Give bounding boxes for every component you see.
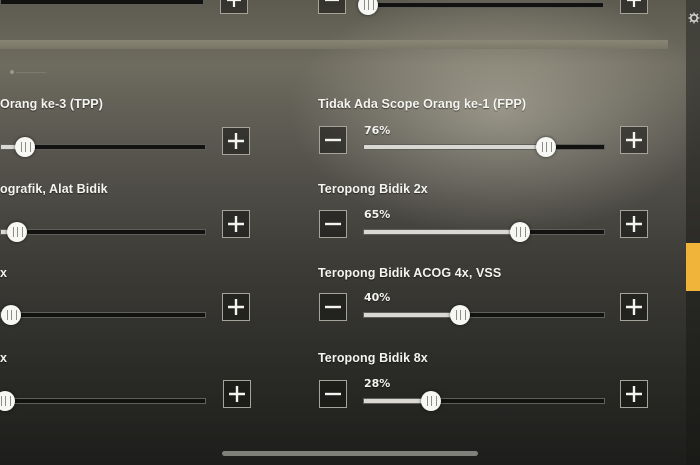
slider-thumb[interactable] <box>536 137 557 157</box>
slider-track[interactable] <box>0 222 206 242</box>
left-slider-row-2: ografik, Alat Bidik <box>0 182 260 242</box>
slider-thumb[interactable] <box>0 391 16 411</box>
slider-thumb[interactable] <box>510 222 530 242</box>
slider-label: x <box>0 266 8 280</box>
slider-thumb[interactable] <box>7 222 28 242</box>
slider-label: Teropong Bidik 8x <box>318 351 428 365</box>
slider-track[interactable] <box>363 305 605 325</box>
slider-fill <box>364 230 520 234</box>
decrease-button[interactable] <box>319 126 347 154</box>
slider-track[interactable] <box>0 137 206 157</box>
slider-percent: 40% <box>364 291 391 304</box>
top-right-minus-button[interactable] <box>318 0 346 14</box>
slider-label: ografik, Alat Bidik <box>0 182 108 196</box>
increase-button[interactable] <box>223 380 251 408</box>
left-slider-row-3: x <box>0 266 260 326</box>
slider-label: Teropong Bidik ACOG 4x, VSS <box>318 266 502 280</box>
slider-track[interactable] <box>363 222 605 242</box>
slider-fill <box>364 313 460 317</box>
decrease-button[interactable] <box>319 380 347 408</box>
right-slider-row-2: Teropong Bidik 2x 65% <box>318 182 658 242</box>
slider-fill <box>364 145 547 149</box>
left-slider-row-1: Orang ke-3 (TPP) <box>0 97 260 157</box>
slider-percent: 76% <box>364 124 391 137</box>
section-header-bar <box>0 40 668 49</box>
slider-label: Tidak Ada Scope Orang ke-1 (FPP) <box>318 97 527 111</box>
section-divider <box>10 70 50 74</box>
right-slider-row-4: Teropong Bidik 8x 28% <box>318 351 658 411</box>
slider-label: Orang ke-3 (TPP) <box>0 97 104 111</box>
top-left-slider-track[interactable] <box>0 0 204 5</box>
decrease-button[interactable] <box>319 210 347 238</box>
increase-button[interactable] <box>222 127 250 155</box>
increase-button[interactable] <box>222 293 250 321</box>
sensitivity-settings-screen: Orang ke-3 (TPP) ografik, Alat Bidik x x <box>0 0 700 465</box>
slider-thumb[interactable] <box>450 305 470 325</box>
increase-button[interactable] <box>620 293 648 321</box>
top-right-slider-thumb[interactable] <box>358 0 378 15</box>
right-slider-row-1: Tidak Ada Scope Orang ke-1 (FPP) 76% <box>318 97 658 157</box>
slider-track[interactable] <box>0 305 206 325</box>
home-indicator-bar[interactable] <box>222 451 478 456</box>
gear-icon[interactable] <box>688 12 700 24</box>
increase-button[interactable] <box>620 126 648 154</box>
left-slider-row-4: x <box>0 351 260 411</box>
slider-track[interactable] <box>363 391 605 411</box>
slider-percent: 28% <box>364 377 391 390</box>
top-left-plus-button[interactable] <box>220 0 248 14</box>
top-right-slider-track[interactable] <box>358 0 604 15</box>
slider-thumb[interactable] <box>421 391 442 411</box>
slider-thumb[interactable] <box>1 305 22 325</box>
right-slider-row-3: Teropong Bidik ACOG 4x, VSS 40% <box>318 266 658 326</box>
slider-percent: 65% <box>364 208 391 221</box>
slider-track[interactable] <box>0 391 206 411</box>
increase-button[interactable] <box>620 210 648 238</box>
decrease-button[interactable] <box>319 293 347 321</box>
slider-track[interactable] <box>363 137 605 157</box>
slider-label: Teropong Bidik 2x <box>318 182 428 196</box>
right-nav-rail <box>686 0 700 465</box>
top-right-plus-button[interactable] <box>620 0 648 14</box>
rail-active-tab[interactable] <box>686 243 700 291</box>
slider-thumb[interactable] <box>15 137 36 157</box>
slider-label: x <box>0 351 8 365</box>
previous-section-strip <box>0 0 670 40</box>
increase-button[interactable] <box>222 210 250 238</box>
increase-button[interactable] <box>620 380 648 408</box>
